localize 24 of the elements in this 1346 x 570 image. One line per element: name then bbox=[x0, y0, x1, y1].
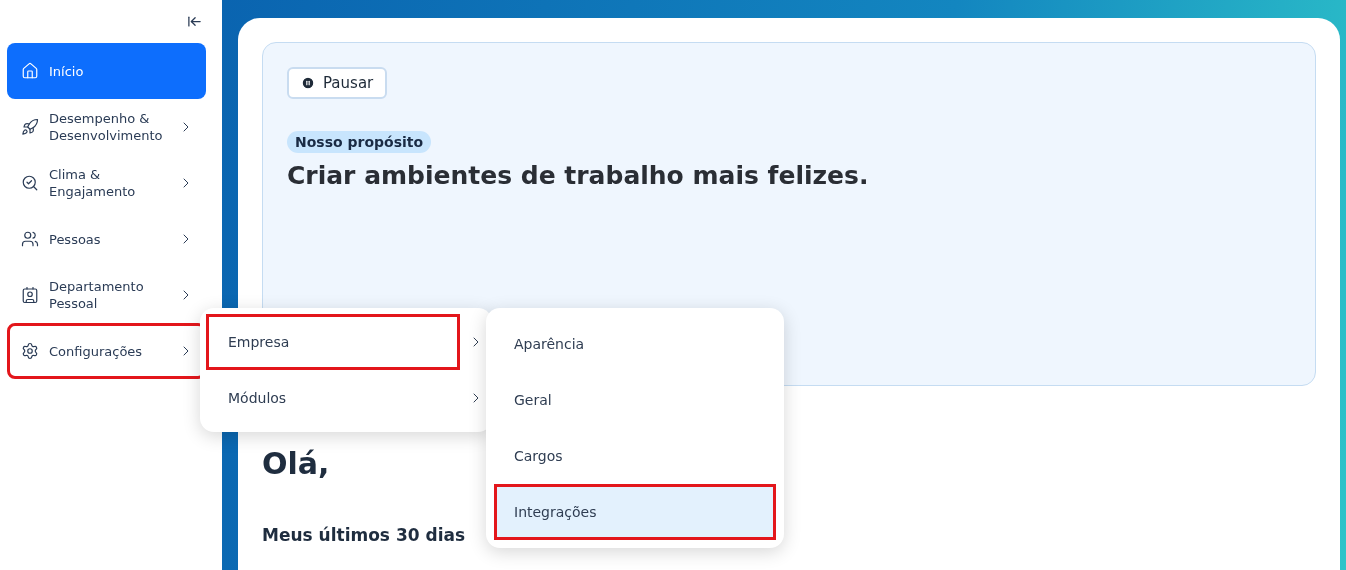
collapse-icon[interactable] bbox=[187, 14, 202, 29]
submenu-item[interactable]: Empresa bbox=[206, 314, 460, 370]
sidebar-item[interactable]: Início bbox=[7, 43, 206, 99]
pause-icon bbox=[301, 76, 315, 90]
home-icon bbox=[21, 62, 39, 80]
sidebar-item[interactable]: Departamento Pessoal bbox=[7, 267, 206, 323]
badge-icon bbox=[21, 286, 39, 304]
purpose-badge: Nosso propósito bbox=[287, 131, 432, 153]
greeting: Olá, bbox=[262, 446, 330, 481]
sidebar-item[interactable]: Desempenho & Desenvolvimento bbox=[7, 99, 206, 155]
subsubmenu-item[interactable]: Aparência bbox=[494, 316, 776, 372]
settings-icon bbox=[21, 342, 39, 360]
sidebar-item[interactable]: Configurações bbox=[7, 323, 206, 379]
purpose-headline: Criar ambientes de trabalho mais felizes. bbox=[287, 161, 869, 190]
people-icon bbox=[21, 230, 39, 248]
sidebar-item[interactable]: Pessoas bbox=[7, 211, 206, 267]
submenu-item[interactable]: Módulos bbox=[206, 370, 460, 426]
subsubmenu-item[interactable]: Integrações bbox=[494, 484, 776, 540]
pause-button[interactable]: Pausar bbox=[287, 67, 388, 99]
section-title: Meus últimos 30 dias bbox=[262, 525, 466, 545]
rocket-icon bbox=[21, 118, 39, 136]
sidebar-item[interactable]: Clima & Engajamento bbox=[7, 155, 206, 211]
subsubmenu-item[interactable]: Geral bbox=[494, 372, 776, 428]
subsubmenu-item[interactable]: Cargos bbox=[494, 428, 776, 484]
